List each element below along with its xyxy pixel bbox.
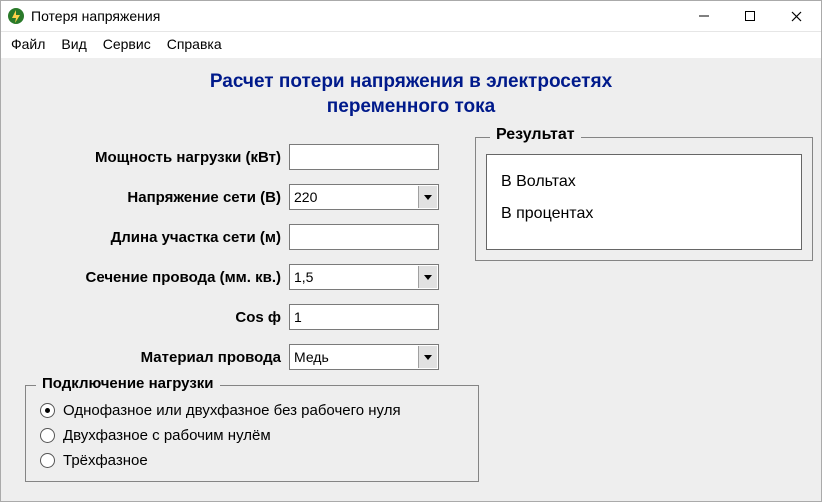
row-voltage: Напряжение сети (В) 220 xyxy=(11,177,451,217)
cos-value: 1 xyxy=(294,309,302,325)
radio-icon xyxy=(40,403,55,418)
power-label: Мощность нагрузки (кВт) xyxy=(11,149,289,166)
window-title: Потеря напряжения xyxy=(31,8,681,24)
heading-line2: переменного тока xyxy=(1,95,821,120)
radio-icon xyxy=(40,428,55,443)
row-material: Материал провода Медь xyxy=(11,337,451,377)
heading-line1: Расчет потери напряжения в электросетях xyxy=(1,70,821,95)
close-button[interactable] xyxy=(773,1,819,31)
page-heading: Расчет потери напряжения в электросетях … xyxy=(1,70,821,119)
client-area: Расчет потери напряжения в электросетях … xyxy=(1,58,821,501)
window-buttons xyxy=(681,1,819,31)
material-dropdown-button[interactable] xyxy=(418,346,437,368)
material-value: Медь xyxy=(294,349,329,365)
result-legend: Результат xyxy=(490,126,581,144)
result-volts-label: В Вольтах xyxy=(501,173,787,191)
connection-legend: Подключение нагрузки xyxy=(36,375,220,392)
chevron-down-icon xyxy=(424,275,432,280)
menu-view[interactable]: Вид xyxy=(61,36,86,52)
connection-fieldset: Подключение нагрузки Однофазное или двух… xyxy=(25,385,479,482)
form-area: Мощность нагрузки (кВт) Напряжение сети … xyxy=(1,137,821,482)
menu-help[interactable]: Справка xyxy=(167,36,222,52)
menubar: Файл Вид Сервис Справка xyxy=(1,32,821,58)
section-label: Сечение провода (мм. кв.) xyxy=(11,269,289,286)
maximize-button[interactable] xyxy=(727,1,773,31)
section-combo[interactable]: 1,5 xyxy=(289,264,439,290)
radio-option-2[interactable]: Двухфазное с рабочим нулём xyxy=(38,423,466,448)
voltage-value: 220 xyxy=(294,189,317,205)
maximize-icon xyxy=(745,11,755,21)
row-cos: Cos ф 1 xyxy=(11,297,451,337)
minimize-icon xyxy=(699,11,709,21)
cos-input[interactable]: 1 xyxy=(289,304,439,330)
radio-label-3: Трёхфазное xyxy=(63,452,148,469)
radio-label-1: Однофазное или двухфазное без рабочего н… xyxy=(63,402,401,419)
radio-icon xyxy=(40,453,55,468)
radio-option-1[interactable]: Однофазное или двухфазное без рабочего н… xyxy=(38,398,466,423)
radio-label-2: Двухфазное с рабочим нулём xyxy=(63,427,271,444)
row-section: Сечение провода (мм. кв.) 1,5 xyxy=(11,257,451,297)
power-input[interactable] xyxy=(289,144,439,170)
minimize-button[interactable] xyxy=(681,1,727,31)
material-label: Материал провода xyxy=(11,349,289,366)
titlebar: Потеря напряжения xyxy=(1,1,821,32)
voltage-label: Напряжение сети (В) xyxy=(11,189,289,206)
result-percent-label: В процентах xyxy=(501,205,787,223)
result-fieldset: Результат В Вольтах В процентах xyxy=(475,137,813,261)
material-combo[interactable]: Медь xyxy=(289,344,439,370)
chevron-down-icon xyxy=(424,195,432,200)
menu-service[interactable]: Сервис xyxy=(103,36,151,52)
row-power: Мощность нагрузки (кВт) xyxy=(11,137,451,177)
voltage-dropdown-button[interactable] xyxy=(418,186,437,208)
length-label: Длина участка сети (м) xyxy=(11,229,289,246)
row-length: Длина участка сети (м) xyxy=(11,217,451,257)
input-column: Мощность нагрузки (кВт) Напряжение сети … xyxy=(11,137,451,482)
result-panel: В Вольтах В процентах xyxy=(486,154,802,250)
app-window: Потеря напряжения Файл Вид Сервис Справк… xyxy=(0,0,822,502)
app-icon xyxy=(7,7,25,25)
length-input[interactable] xyxy=(289,224,439,250)
section-dropdown-button[interactable] xyxy=(418,266,437,288)
radio-option-3[interactable]: Трёхфазное xyxy=(38,448,466,473)
close-icon xyxy=(791,11,802,22)
section-value: 1,5 xyxy=(294,269,313,285)
chevron-down-icon xyxy=(424,355,432,360)
menu-file[interactable]: Файл xyxy=(11,36,45,52)
cos-label: Cos ф xyxy=(11,309,289,326)
voltage-combo[interactable]: 220 xyxy=(289,184,439,210)
